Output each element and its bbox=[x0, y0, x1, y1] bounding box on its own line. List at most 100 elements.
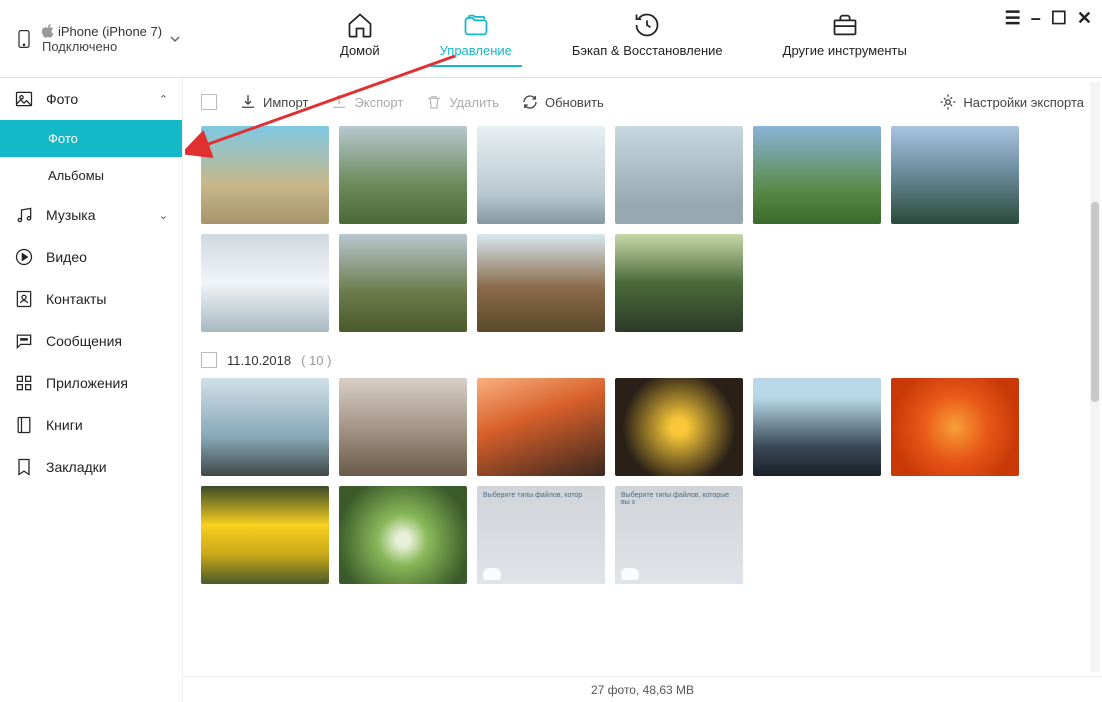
sidebar-item-apps[interactable]: Приложения bbox=[0, 362, 182, 404]
device-status: Подключено bbox=[42, 39, 162, 54]
sidebar-item-photo[interactable]: Фото ⌃ bbox=[0, 78, 182, 120]
tab-home[interactable]: Домой bbox=[340, 11, 380, 66]
photo-thumbnail[interactable] bbox=[477, 126, 605, 224]
tab-label: Домой bbox=[340, 43, 380, 58]
bookmark-icon bbox=[14, 457, 34, 477]
tool-label: Настройки экспорта bbox=[963, 95, 1084, 110]
tab-label: Бэкап & Восстановление bbox=[572, 43, 723, 58]
export-icon bbox=[330, 93, 348, 111]
tab-backup[interactable]: Бэкап & Восстановление bbox=[572, 11, 723, 66]
chevron-down-icon bbox=[170, 34, 180, 44]
sidebar-label: Сообщения bbox=[46, 333, 122, 349]
photo-thumbnail[interactable]: Выберите типы файлов, котор bbox=[477, 486, 605, 584]
status-bar: 27 фото, 48,63 MB bbox=[183, 676, 1102, 702]
tab-manage[interactable]: Управление bbox=[440, 11, 512, 66]
photo-thumbnail[interactable] bbox=[201, 486, 329, 584]
thumb-text: Выберите типы файлов, которые вы х bbox=[615, 486, 743, 512]
sidebar-label: Альбомы bbox=[48, 168, 104, 183]
sidebar-item-video[interactable]: Видео bbox=[0, 236, 182, 278]
photo-thumbnail[interactable] bbox=[615, 378, 743, 476]
refresh-icon bbox=[521, 93, 539, 111]
sidebar-item-albums[interactable]: Альбомы bbox=[0, 157, 182, 194]
section-date: 11.10.2018 bbox=[227, 353, 291, 368]
sidebar-label: Книги bbox=[46, 417, 83, 433]
section-header: 11.10.2018 ( 10 ) bbox=[201, 342, 1084, 378]
sidebar-label: Приложения bbox=[46, 375, 128, 391]
photo-thumbnail[interactable] bbox=[477, 234, 605, 332]
tab-label: Управление bbox=[440, 43, 512, 58]
sidebar-label: Музыка bbox=[46, 207, 96, 223]
tool-label: Экспорт bbox=[354, 95, 403, 110]
photo-thumbnail[interactable] bbox=[891, 378, 1019, 476]
sidebar-label: Видео bbox=[46, 249, 87, 265]
photo-thumbnail[interactable] bbox=[201, 234, 329, 332]
maximize-button[interactable]: ☐ bbox=[1051, 8, 1067, 29]
image-icon bbox=[14, 89, 34, 109]
photo-thumbnail[interactable] bbox=[615, 234, 743, 332]
tool-label: Обновить bbox=[545, 95, 604, 110]
sidebar: Фото ⌃ Фото Альбомы Музыка ⌄ Видео Конта… bbox=[0, 78, 183, 702]
sidebar-item-photo-sub[interactable]: Фото bbox=[0, 120, 182, 157]
refresh-button[interactable]: Обновить bbox=[521, 93, 604, 111]
main-tabs: Домой Управление Бэкап & Восстановление … bbox=[340, 11, 907, 66]
export-settings-button[interactable]: Настройки экспорта bbox=[939, 93, 1084, 111]
tool-label: Удалить bbox=[449, 95, 499, 110]
cloud-icon bbox=[621, 568, 639, 580]
photo-thumbnail[interactable] bbox=[891, 126, 1019, 224]
book-icon bbox=[14, 415, 34, 435]
photo-thumbnail[interactable] bbox=[339, 234, 467, 332]
photo-thumbnail[interactable] bbox=[477, 378, 605, 476]
tool-label: Импорт bbox=[263, 95, 308, 110]
music-icon bbox=[14, 205, 34, 225]
photo-thumbnail[interactable] bbox=[339, 486, 467, 584]
vertical-scrollbar[interactable] bbox=[1090, 82, 1100, 672]
chevron-up-icon: ⌃ bbox=[159, 93, 168, 106]
sidebar-label: Фото bbox=[46, 91, 78, 107]
cloud-icon bbox=[483, 568, 501, 580]
photo-thumbnail[interactable] bbox=[753, 126, 881, 224]
menu-icon[interactable]: ☰ bbox=[1005, 8, 1021, 29]
photo-thumbnail[interactable] bbox=[201, 126, 329, 224]
tab-other-tools[interactable]: Другие инструменты bbox=[783, 11, 907, 66]
sidebar-label: Закладки bbox=[46, 459, 107, 475]
export-button[interactable]: Экспорт bbox=[330, 93, 403, 111]
apple-icon bbox=[42, 24, 54, 38]
apps-icon bbox=[14, 373, 34, 393]
sidebar-item-music[interactable]: Музыка ⌄ bbox=[0, 194, 182, 236]
sidebar-item-messages[interactable]: Сообщения bbox=[0, 320, 182, 362]
home-icon bbox=[346, 11, 374, 39]
gear-icon bbox=[939, 93, 957, 111]
sidebar-item-contacts[interactable]: Контакты bbox=[0, 278, 182, 320]
import-button[interactable]: Импорт bbox=[239, 93, 308, 111]
scrollbar-thumb[interactable] bbox=[1091, 202, 1099, 402]
sidebar-item-bookmarks[interactable]: Закладки bbox=[0, 446, 182, 488]
photo-grid: 11.10.2018 ( 10 ) Выберите типы файлов, … bbox=[183, 126, 1102, 676]
sidebar-label: Фото bbox=[48, 131, 78, 146]
sidebar-item-books[interactable]: Книги bbox=[0, 404, 182, 446]
section-count: ( 10 ) bbox=[301, 353, 331, 368]
sidebar-label: Контакты bbox=[46, 291, 106, 307]
select-all-checkbox[interactable] bbox=[201, 94, 217, 110]
device-selector[interactable]: iPhone (iPhone 7) Подключено bbox=[0, 24, 200, 54]
contacts-icon bbox=[14, 289, 34, 309]
delete-button[interactable]: Удалить bbox=[425, 93, 499, 111]
thumb-text: Выберите типы файлов, котор bbox=[477, 486, 605, 505]
play-icon bbox=[14, 247, 34, 267]
toolbox-icon bbox=[831, 11, 859, 39]
section-checkbox[interactable] bbox=[201, 352, 217, 368]
photo-thumbnail[interactable] bbox=[615, 126, 743, 224]
minimize-button[interactable]: – bbox=[1031, 8, 1041, 29]
photo-thumbnail[interactable] bbox=[201, 378, 329, 476]
photo-thumbnail[interactable] bbox=[339, 126, 467, 224]
device-info: iPhone (iPhone 7) Подключено bbox=[42, 24, 162, 54]
window-controls: ☰ – ☐ ✕ bbox=[1005, 8, 1092, 29]
photo-thumbnail[interactable]: Выберите типы файлов, которые вы х bbox=[615, 486, 743, 584]
toolbar: Импорт Экспорт Удалить Обновить Настройк… bbox=[183, 78, 1102, 126]
close-button[interactable]: ✕ bbox=[1077, 8, 1092, 29]
status-text: 27 фото, 48,63 MB bbox=[591, 683, 694, 697]
content-area: Импорт Экспорт Удалить Обновить Настройк… bbox=[183, 78, 1102, 676]
folder-icon bbox=[462, 11, 490, 39]
photo-thumbnail[interactable] bbox=[753, 378, 881, 476]
photo-thumbnail[interactable] bbox=[339, 378, 467, 476]
restore-icon bbox=[633, 11, 661, 39]
